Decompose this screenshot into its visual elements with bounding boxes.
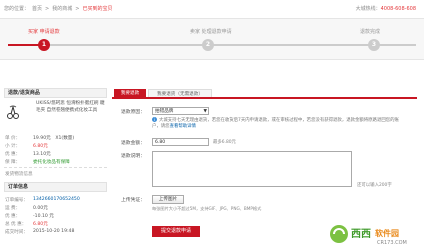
chevron-down-icon: ▼ (203, 109, 207, 114)
discount-row: 优 惠： 13.10元 (5, 151, 51, 157)
order-number-label: 订单编号： (5, 198, 28, 203)
subtotal-label: 小 计： (5, 144, 21, 149)
tab-underline (112, 97, 417, 99)
order-number-row: 订单编号： 1342660170652450 (5, 197, 80, 203)
info-icon: i (152, 117, 157, 122)
divider (4, 167, 107, 168)
unit-price-label: 单 价： (5, 136, 21, 141)
step-1-label: 买家 申请退款 (28, 29, 60, 35)
unit-price-row: 单 价： 19.90元 X1(数量) (5, 135, 74, 141)
order-discount-row: 优 惠： -10.10 元 (5, 213, 54, 219)
product-thumbnail[interactable] (5, 104, 22, 121)
breadcrumb-sep: > (45, 6, 50, 12)
product-name[interactable]: UKISS/悠珂思 恒滑粉扑腮红刷 睫毛夹 自然卷翘便携式化妆工具 (36, 100, 106, 114)
deal-time-value: 2015-10-20 19:48 (33, 229, 75, 234)
subtotal-value: 6.80元 (33, 144, 48, 149)
hotline-label: 大城热线： (355, 6, 381, 12)
hotline: 大城热线：4008-608-608 (356, 5, 416, 12)
eyelash-curler-icon (7, 105, 19, 119)
guarantee-label: 保 障： (5, 160, 21, 165)
upload-note: 每张图片大小不超过5M，支持GIF、JPG、PNG、BMP格式 (152, 206, 262, 211)
step-3-circle: 3 (368, 39, 380, 51)
subtotal-row: 小 计： 6.80元 (5, 143, 48, 149)
breadcrumb-my-mall[interactable]: 我的商城 (52, 6, 72, 12)
freight-label: 运 费： (5, 206, 21, 211)
amount-max-note: 最多6.80元 (213, 140, 236, 145)
guarantee-row: 保 障： 委托化妆品有保障 (5, 159, 70, 165)
watermark-site: 软件园 (375, 228, 399, 238)
watermark-url: CR173.COM (377, 240, 407, 246)
refund-amount-input[interactable]: 6.80 (152, 138, 209, 146)
breadcrumb: 您的位置： 首页 > 我的商城 > 已买到的宝贝 (4, 5, 115, 12)
step-3-label: 退款完成 (360, 29, 381, 35)
shipping-info-label[interactable]: 发货物流信息 (5, 172, 33, 177)
order-info-title: 订单信息 (4, 182, 107, 192)
upload-image-button[interactable]: 上传图片 (152, 195, 184, 204)
help-details-link[interactable]: 查看帮助详情 (170, 124, 196, 129)
watermark-logo: 西西 软件园 CR173.COM (329, 222, 421, 246)
reason-label: 退款原因： (121, 110, 145, 115)
char-counter: 还可以输入200字 (357, 183, 392, 188)
step-2-circle: 2 (202, 39, 214, 51)
upload-label: 上传凭证： (121, 198, 145, 203)
step-2-label: 卖家 处理退款申请 (190, 29, 232, 35)
total-label: 总 优 惠： (5, 222, 27, 227)
progress-steps (0, 18, 424, 60)
refund-hint: i 大城支持七天无理由退货，若您在收货后7天内申请退款，或在审核过程中，若您没有获… (152, 117, 402, 130)
watermark-brand: 西西 (351, 228, 371, 240)
unit-price-value: 19.90元 X1(数量) (33, 136, 75, 141)
total-value: 6.80元 (33, 222, 48, 227)
order-number-value[interactable]: 1342660170652450 (33, 197, 80, 202)
total-row: 总 优 惠： 6.80元 (5, 221, 48, 227)
breadcrumb-current: 已买到的宝贝 (82, 6, 113, 12)
breadcrumb-sep: > (75, 6, 80, 12)
amount-label: 退款金额： (121, 141, 145, 146)
refund-note-textarea[interactable] (152, 151, 352, 187)
deal-time-row: 成交时间： 2015-10-20 19:48 (5, 229, 74, 235)
order-discount-value: -10.10 元 (33, 214, 54, 219)
reason-select[interactable]: 拍错品牌 ▼ (152, 107, 209, 115)
reason-select-value: 拍错品牌 (155, 109, 174, 114)
freight-row: 运 费： 0.00元 (5, 205, 48, 211)
order-discount-label: 优 惠： (5, 214, 21, 219)
hotline-number: 4008-608-608 (380, 6, 416, 12)
freight-value: 0.00元 (33, 206, 48, 211)
step-1-circle: 1 (38, 39, 50, 51)
deal-time-label: 成交时间： (5, 230, 28, 235)
discount-value: 13.10元 (33, 152, 51, 157)
breadcrumb-home[interactable]: 首页 (32, 6, 42, 12)
note-label: 退款说明： (121, 154, 145, 159)
progress-track-done (8, 44, 42, 46)
submit-refund-button[interactable]: 提交退款申请 (152, 226, 200, 237)
watermark-icon: 西西 软件园 CR173.COM (330, 225, 407, 246)
shipping-info-link[interactable]: 发货物流信息 (5, 171, 33, 177)
goods-panel-title: 退款/退货商品 (4, 88, 107, 98)
guarantee-value[interactable]: 委托化妆品有保障 (33, 159, 70, 165)
breadcrumb-prefix: 您的位置： (4, 6, 30, 12)
discount-label: 优 惠： (5, 152, 21, 157)
progress-track (378, 44, 416, 46)
